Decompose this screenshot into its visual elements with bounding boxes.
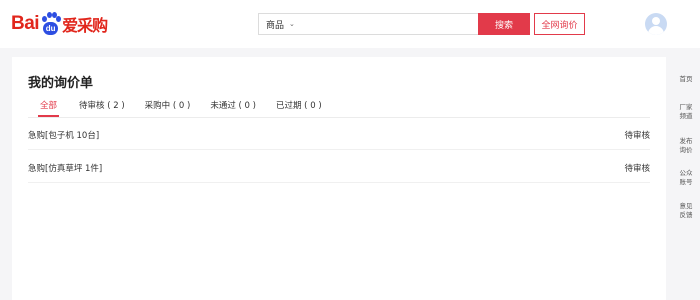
sidebar-item-label: 首页: [679, 75, 693, 83]
logo-bai-text: Bai: [11, 13, 40, 34]
avatar-head-shape: [652, 17, 660, 25]
sidebar-item-label: 厂家: [679, 103, 693, 111]
logo-aicaigou-text: 爱采购: [62, 16, 108, 35]
inquiry-row[interactable]: 急购[仿真草坪 1件] 待审核: [28, 151, 650, 183]
sidebar-item-feedback[interactable]: 意见 反馈: [672, 202, 700, 220]
chevron-down-icon: ⌄: [289, 20, 295, 28]
logo-du-text: du: [43, 22, 59, 35]
sidebar-item-label: 公众: [679, 169, 693, 177]
sidebar-item-label: 意见: [679, 202, 693, 210]
paw-icon: du: [40, 12, 62, 36]
sidebar-item-label: 询价: [679, 146, 693, 154]
inquiry-title[interactable]: 急购[仿真草坪 1件]: [28, 162, 102, 174]
page-title: 我的询价单: [28, 76, 94, 91]
inquiry-row[interactable]: 急购[包子机 10台] 待审核: [28, 118, 650, 150]
inquiry-list-card: 我的询价单 全部 待审核 ( 2 ) 采购中 ( 0 ) 未通过 ( 0 ) 已…: [12, 57, 666, 300]
sidebar-item-manufacturer-channel[interactable]: 厂家 频道: [672, 103, 700, 121]
inquiry-title[interactable]: 急购[包子机 10台]: [28, 129, 99, 141]
inquiry-status: 待审核: [624, 164, 650, 174]
top-header: Bai du 爱采购 商品 ⌄ 搜索 全网询价: [0, 0, 700, 48]
sidebar-item-official-account[interactable]: 公众 账号: [672, 169, 700, 187]
sidebar-item-label: 账号: [679, 178, 693, 186]
avatar-body-shape: [648, 26, 664, 35]
status-tabs: 全部 待审核 ( 2 ) 采购中 ( 0 ) 未通过 ( 0 ) 已过期 ( 0…: [28, 99, 342, 117]
user-avatar[interactable]: [645, 13, 667, 35]
search-button[interactable]: 搜索: [478, 13, 530, 35]
sidebar-item-label: 反馈: [679, 211, 693, 219]
sidebar-item-label: 频道: [679, 112, 693, 120]
tab-purchasing[interactable]: 采购中 ( 0 ): [145, 99, 191, 117]
network-inquiry-button[interactable]: 全网询价: [534, 13, 585, 35]
paw-toe: [56, 16, 62, 22]
tab-all[interactable]: 全部: [37, 99, 60, 117]
tab-expired[interactable]: 已过期 ( 0 ): [276, 99, 322, 117]
sidebar-item-home[interactable]: 首页: [672, 75, 700, 84]
sidebar-item-post-inquiry[interactable]: 发布 询价: [672, 137, 700, 155]
tab-rejected[interactable]: 未通过 ( 0 ): [210, 99, 256, 117]
inquiry-status: 待审核: [624, 131, 650, 141]
tab-pending-review[interactable]: 待审核 ( 2 ): [79, 99, 125, 117]
sidebar-item-label: 发布: [679, 137, 693, 145]
paw-toe: [42, 16, 48, 22]
baidu-aicaigou-logo[interactable]: Bai du 爱采购: [11, 10, 108, 38]
search-category-select[interactable]: 商品 ⌄: [259, 14, 299, 34]
search-category-label: 商品: [266, 20, 285, 31]
right-sidebar: 首页 厂家 频道 发布 询价 公众 账号 意见 反馈: [672, 48, 700, 300]
